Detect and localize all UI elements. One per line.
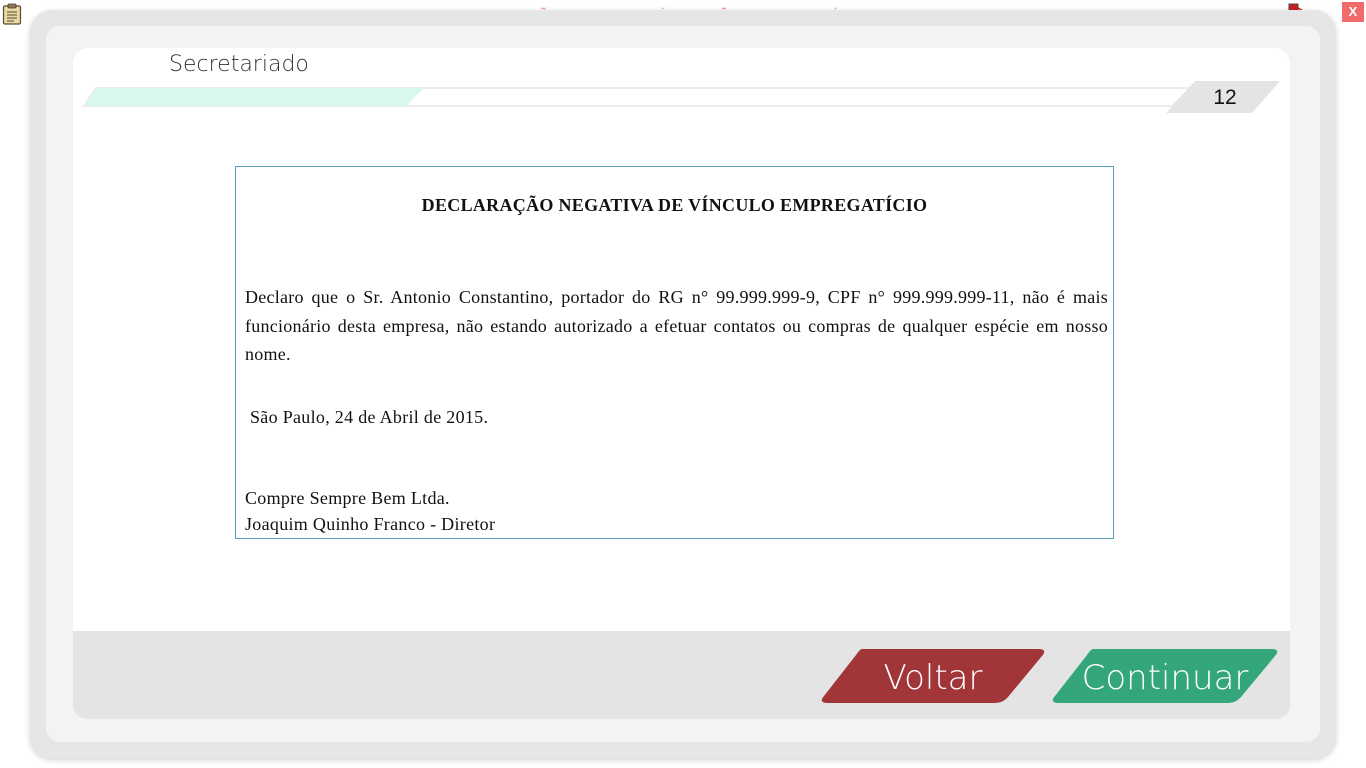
progress-bar xyxy=(82,81,1280,113)
page-number: 12 xyxy=(1213,86,1237,109)
section-title: Secretariado xyxy=(169,52,309,77)
document-signer: Joaquim Quinho Franco - Diretor xyxy=(245,514,496,534)
document-body: Declaro que o Sr. Antonio Constantino, p… xyxy=(245,287,1108,364)
progress-fill xyxy=(84,88,425,106)
back-button-label: Voltar xyxy=(883,658,983,698)
continue-button[interactable]: Continuar xyxy=(1051,649,1279,703)
document-company: Compre Sempre Bem Ltda. xyxy=(245,488,450,508)
close-button[interactable]: X xyxy=(1342,2,1364,22)
back-button[interactable]: Voltar xyxy=(820,649,1046,703)
continue-button-label: Continuar xyxy=(1081,658,1249,698)
document-title: DECLARAÇÃO NEGATIVA DE VÍNCULO EMPREGATÍ… xyxy=(421,195,928,215)
declaration-document: DECLARAÇÃO NEGATIVA DE VÍNCULO EMPREGATÍ… xyxy=(235,166,1114,539)
clipboard-icon[interactable] xyxy=(2,3,22,25)
document-date: São Paulo, 24 de Abril de 2015. xyxy=(250,407,489,427)
